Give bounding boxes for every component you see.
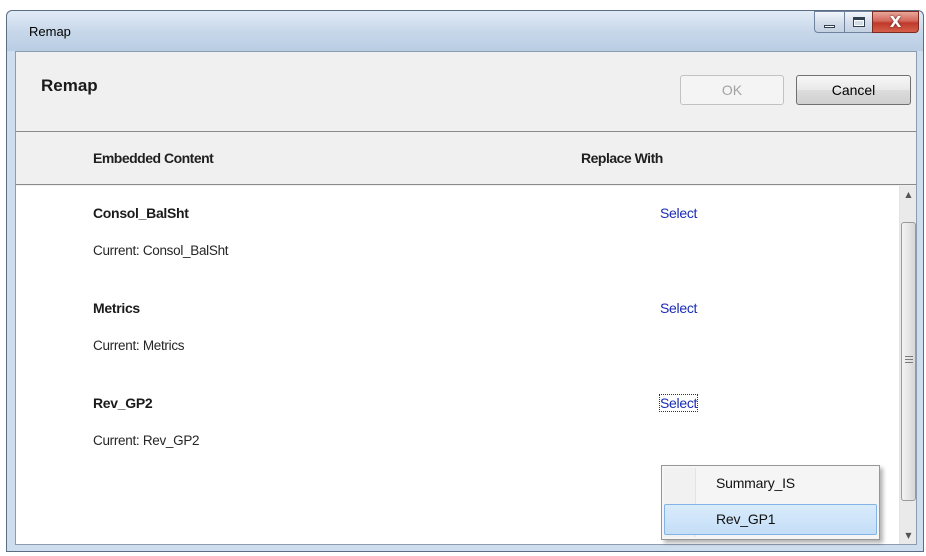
column-header: Embedded Content Replace With xyxy=(16,133,916,185)
scroll-up-icon[interactable]: ▲ xyxy=(900,186,917,203)
select-dropdown-menu: Summary_IS Rev_GP1 xyxy=(661,465,880,540)
scroll-down-icon[interactable]: ▼ xyxy=(900,527,917,544)
remap-window: Remap X Remap OK Cancel Embedded Content… xyxy=(6,10,924,552)
dialog-header: Remap OK Cancel xyxy=(16,52,916,132)
column-replace-with: Replace With xyxy=(581,150,663,166)
window-title: Remap xyxy=(29,24,71,39)
item-current: Current: Rev_GP2 xyxy=(93,433,200,448)
maximize-icon xyxy=(853,17,865,27)
column-embedded-content: Embedded Content xyxy=(93,150,214,166)
maximize-button[interactable] xyxy=(844,11,872,33)
scrollbar-thumb[interactable] xyxy=(901,222,916,501)
vertical-scrollbar[interactable]: ▲ ▼ xyxy=(899,186,916,544)
item-name: Rev_GP2 xyxy=(93,395,153,411)
ok-button[interactable]: OK xyxy=(680,75,784,105)
select-link[interactable]: Select xyxy=(658,394,699,412)
title-bar[interactable]: Remap X xyxy=(7,11,923,51)
select-link[interactable]: Select xyxy=(660,205,697,221)
caption-buttons: X xyxy=(814,11,919,33)
content-list: Consol_BalSht Current: Consol_BalSht Sel… xyxy=(16,186,916,544)
dialog-title: Remap xyxy=(41,76,98,95)
item-current: Current: Consol_BalSht xyxy=(93,243,229,258)
cancel-button[interactable]: Cancel xyxy=(796,75,911,105)
dialog-client: Remap OK Cancel Embedded Content Replace… xyxy=(15,51,917,545)
menu-item-rev-gp1[interactable]: Rev_GP1 xyxy=(664,504,877,535)
minimize-icon xyxy=(824,25,835,28)
grip-icon xyxy=(905,356,913,364)
item-name: Metrics xyxy=(93,300,140,316)
item-current: Current: Metrics xyxy=(93,338,185,353)
menu-item-summary-is[interactable]: Summary_IS xyxy=(664,469,877,500)
item-name: Consol_BalSht xyxy=(93,205,189,221)
select-link[interactable]: Select xyxy=(660,300,697,316)
close-icon: X xyxy=(889,13,902,31)
close-button[interactable]: X xyxy=(872,11,919,33)
minimize-button[interactable] xyxy=(814,11,844,33)
